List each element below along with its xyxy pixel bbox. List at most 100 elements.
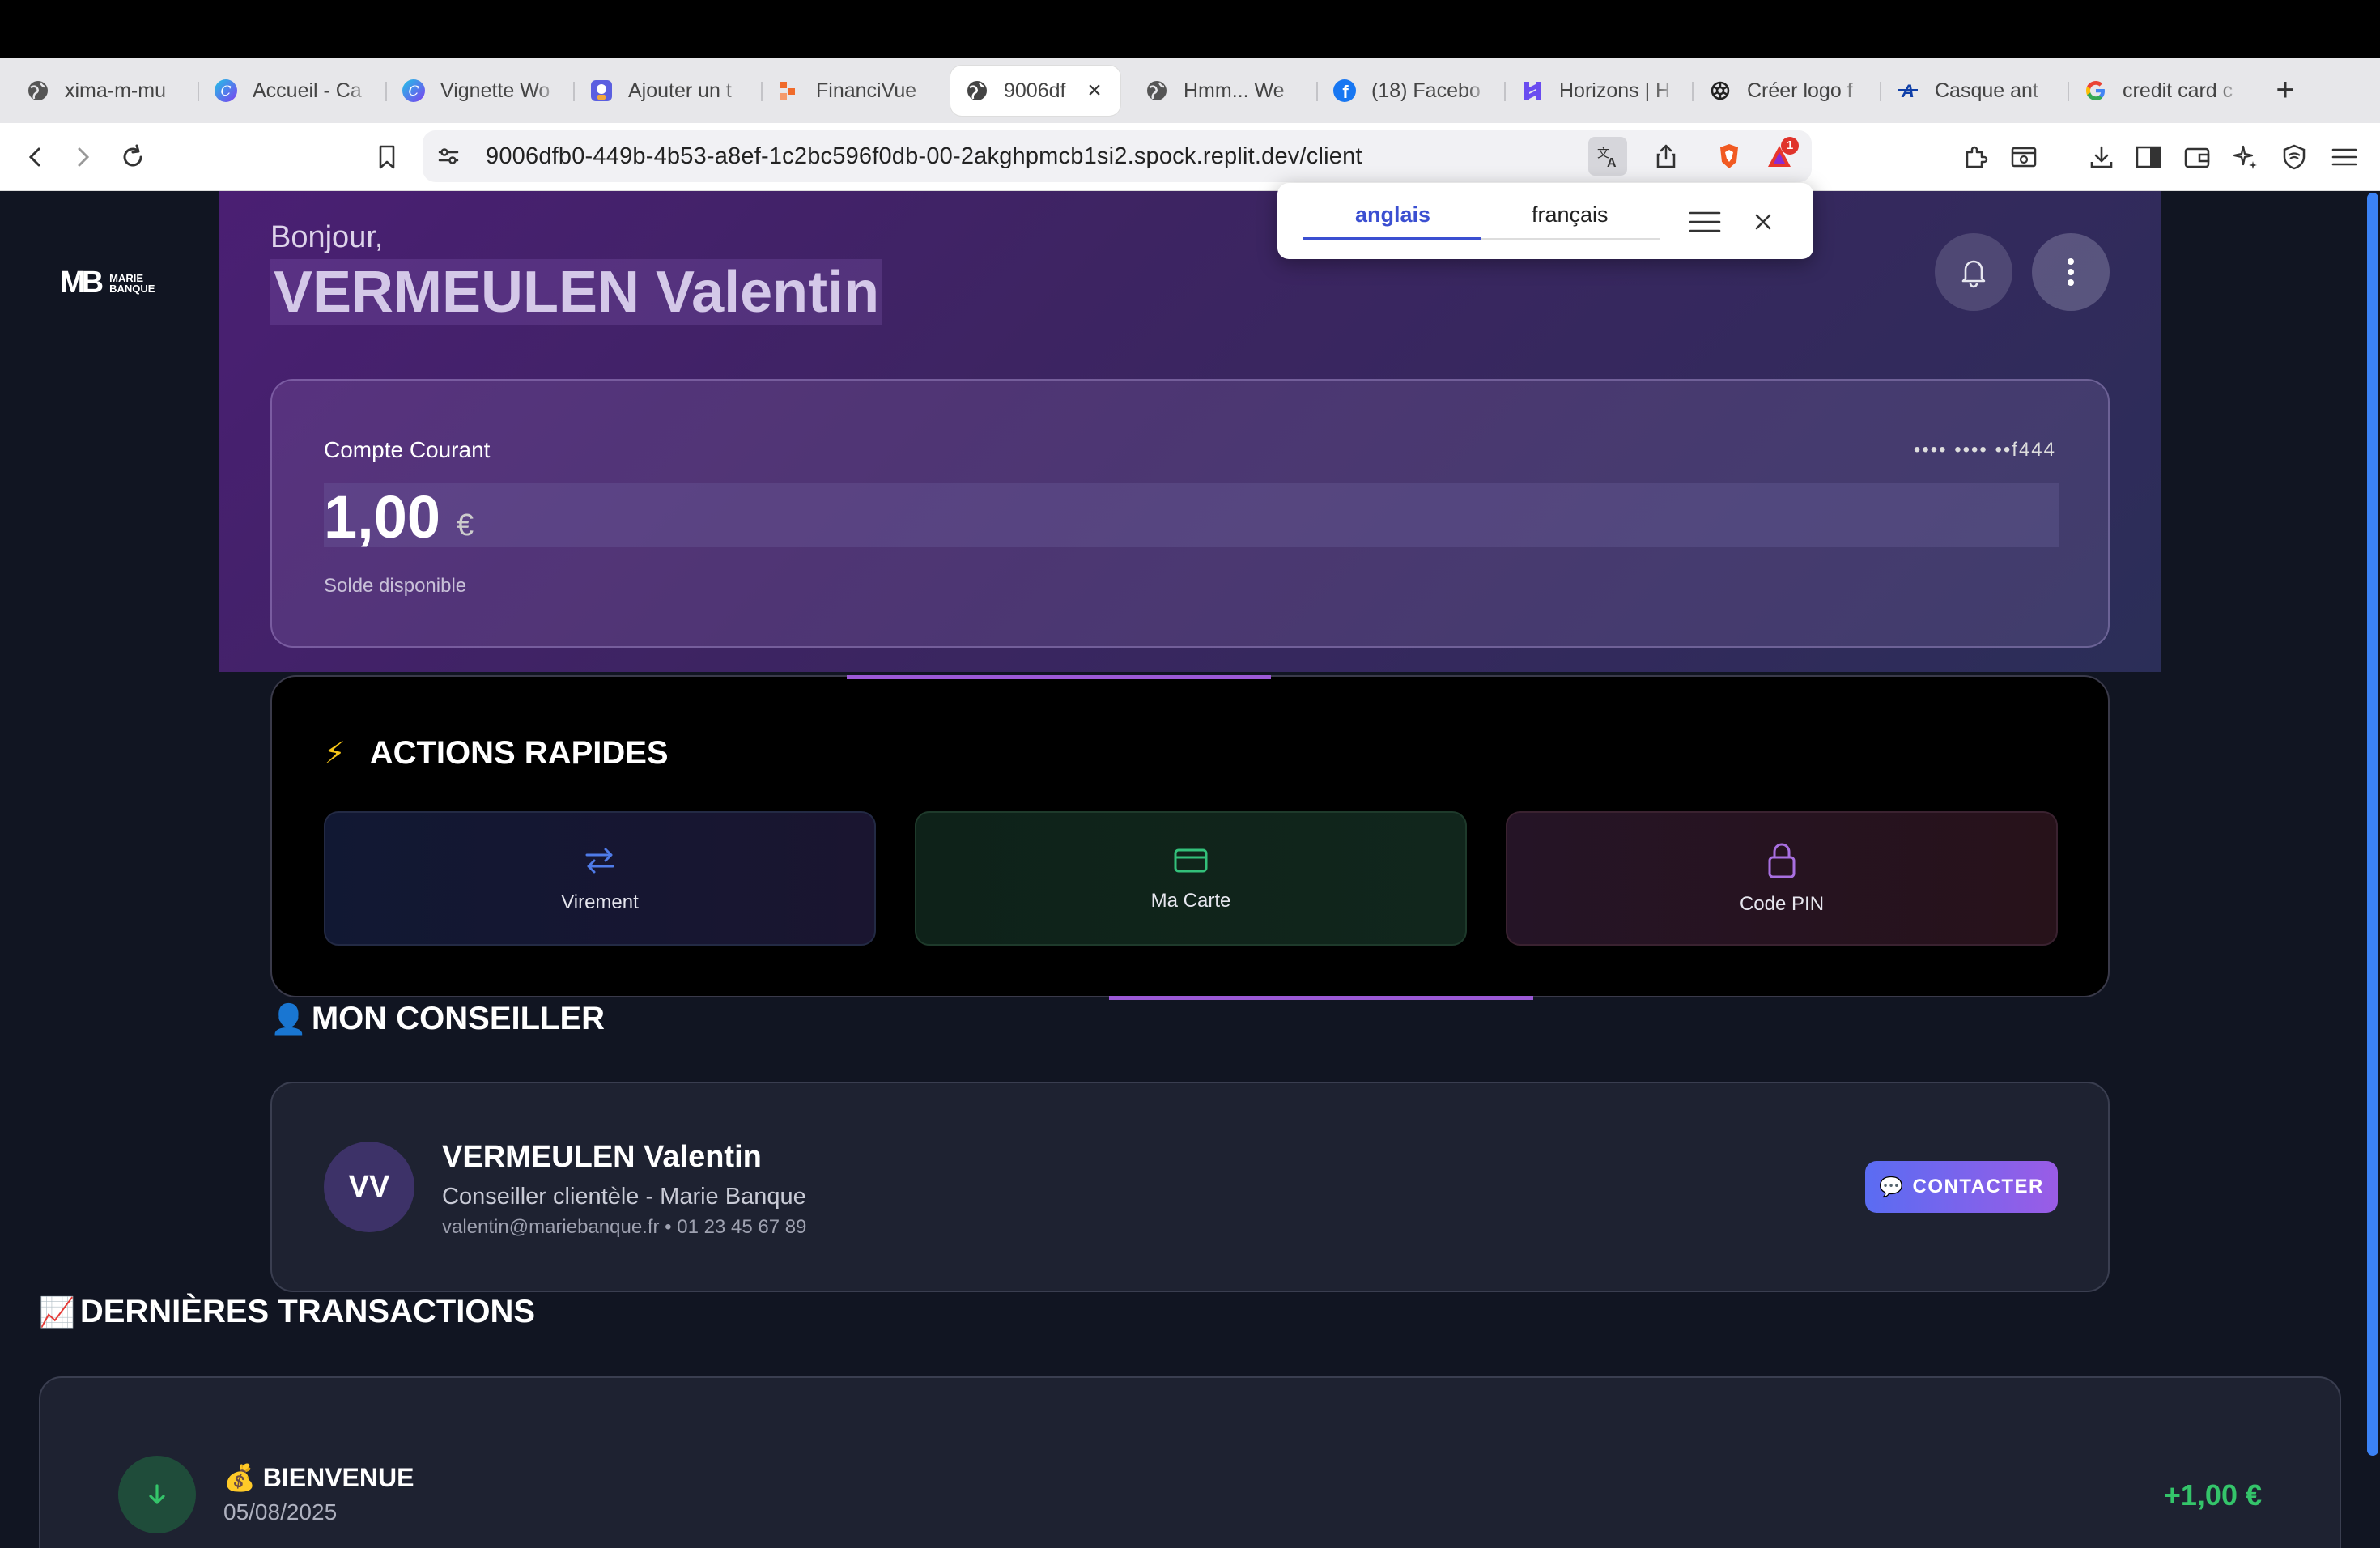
scrollbar[interactable] [2364,191,2380,1548]
close-tab-icon[interactable]: × [1083,77,1106,104]
advisor-contact: valentin@mariebanque.fr • 01 23 45 67 89 [442,1216,807,1238]
leo-ai-button[interactable] [2226,138,2265,176]
advisor-heading: MON CONSEILLER [311,1001,606,1036]
wallet-icon [2184,147,2210,168]
tab-label: (18) Facebo [1371,79,1481,102]
browser-tab[interactable]: Hmm... We [1130,66,1318,116]
sidebar-icon [2136,146,2161,168]
reload-icon [123,144,142,167]
transactions-heading: DERNIÈRES TRANSACTIONS [79,1294,536,1329]
browser-tab[interactable]: credit card c [2069,66,2257,116]
browser-tab[interactable]: A Casque ant [1881,66,2069,116]
scrollbar-thumb[interactable] [2367,193,2378,1456]
contact-button[interactable]: 💬 CONTACTER [1865,1161,2058,1213]
selected-tab-indicator [1303,237,1481,240]
transaction-date: 05/08/2025 [223,1499,338,1525]
tab-label: Ajouter un t [628,79,732,102]
language-tab-underline [1303,237,1660,240]
bank-logo[interactable]: MB MARIE BANQUE [60,266,155,300]
lock-icon [1768,843,1796,878]
transaction-label: BIENVENUE [262,1463,414,1492]
browser-tab[interactable]: ximа-m-mu [11,66,199,116]
brave-shields-icon[interactable] [1710,137,1749,176]
macos-top-bar [0,0,2380,58]
download-icon [2090,146,2113,168]
logo-text-line2: BANQUE [109,282,155,295]
logo-mark: MB [60,266,104,300]
facebook-icon: f [1332,79,1357,103]
browser-toolbar: 9006dfb0-449b-4b53-a8ef-1c2bc596f0db-00-… [0,123,2380,191]
tab-label: Hmm... We [1184,79,1285,102]
forward-button[interactable] [63,138,102,176]
browser-tab[interactable]: C Accueil - Ca [199,66,387,116]
advisor-card: VV VERMEULEN Valentin Conseiller clientè… [270,1082,2110,1292]
tab-label: 9006df [1004,79,1066,102]
tab-label: Horizons | H [1559,79,1671,102]
reload-button[interactable] [113,138,152,176]
notifications-button[interactable] [1935,233,2012,311]
client-name: VERMEULEN Valentin [270,259,883,325]
wallet-button[interactable] [2178,138,2216,176]
tab-label: Créer logo f [1747,79,1853,102]
browser-tab[interactable]: Ajouter un t [575,66,763,116]
reader-mode-button[interactable] [2004,138,2043,176]
browser-tab[interactable]: FinanciVue [763,66,950,116]
translate-menu-button[interactable] [1685,204,1724,240]
new-tab-button[interactable]: + [2263,69,2307,113]
back-button[interactable] [16,138,55,176]
balance-amount: 1,00 [324,483,441,551]
site-settings-icon[interactable] [429,137,468,176]
contact-label: CONTACTER [1912,1176,2044,1197]
brand-icon: A [1896,79,1920,103]
sidebar-button[interactable] [2129,138,2168,176]
browser-tab-active[interactable]: 9006df × [950,66,1120,116]
tab-label: credit card c [2123,79,2233,102]
svg-text:A: A [1607,156,1617,169]
browser-tab[interactable]: f (18) Facebo [1318,66,1506,116]
horizons-icon [1520,79,1545,103]
transaction-amount: +1,00 € [2163,1478,2262,1512]
browser-tab[interactable]: C Vignette Wo [387,66,575,116]
forward-arrow-icon [78,147,90,167]
notification-badge: 1 [1781,137,1799,155]
shield-icon [2283,144,2306,170]
svg-text:f: f [1342,82,1349,102]
translate-icon[interactable]: 文A [1588,137,1627,176]
pin-code-button[interactable]: Code PIN [1506,811,2058,946]
brave-rewards-icon[interactable]: 1 [1760,137,1799,176]
downloads-button[interactable] [2082,138,2121,176]
my-card-button[interactable]: Ma Carte [915,811,1467,946]
chat-icon: 💬 [1879,1176,1905,1198]
translate-close-button[interactable] [1745,204,1781,240]
target-language-tab[interactable]: français [1532,202,1609,228]
pin-code-label: Code PIN [1739,893,1825,915]
sparkle-icon [2233,145,2257,169]
transfer-label: Virement [561,891,639,913]
source-language-tab[interactable]: anglais [1355,202,1430,228]
canva-icon: C [402,79,426,103]
account-number: •••• •••• ••f444 [1913,439,2056,461]
transfer-button[interactable]: Virement [324,811,876,946]
account-card[interactable]: Compte Courant •••• •••• ••f444 1,00 € S… [270,379,2110,648]
reader-icon [2011,147,2037,168]
browser-tab[interactable]: Horizons | H [1506,66,1694,116]
financivue-icon [777,79,801,103]
extensions-button[interactable] [1956,138,1995,176]
balance-row: 1,00 € [324,483,2059,551]
quick-actions-heading: ⚡ ACTIONS RAPIDES [324,735,669,772]
account-title: Compte Courant [324,437,491,462]
svg-text:C: C [220,83,231,100]
tab-label: Vignette Wo [440,79,550,102]
main-menu-button[interactable] [2325,138,2364,176]
vpn-button[interactable] [2275,138,2314,176]
browser-tab[interactable]: Créer logo f [1694,66,1881,116]
more-options-button[interactable] [2032,233,2110,311]
bookmark-button[interactable] [368,138,406,176]
share-icon[interactable] [1647,137,1685,176]
globe-icon [26,79,50,103]
url-text: 9006dfb0-449b-4b53-a8ef-1c2bc596f0db-00-… [486,143,1362,169]
translate-popup: anglais français [1277,183,1813,259]
accent-glow-bottom [1109,996,1533,1000]
address-bar[interactable]: 9006dfb0-449b-4b53-a8ef-1c2bc596f0db-00-… [423,130,1812,182]
accent-glow-top [847,675,1271,679]
